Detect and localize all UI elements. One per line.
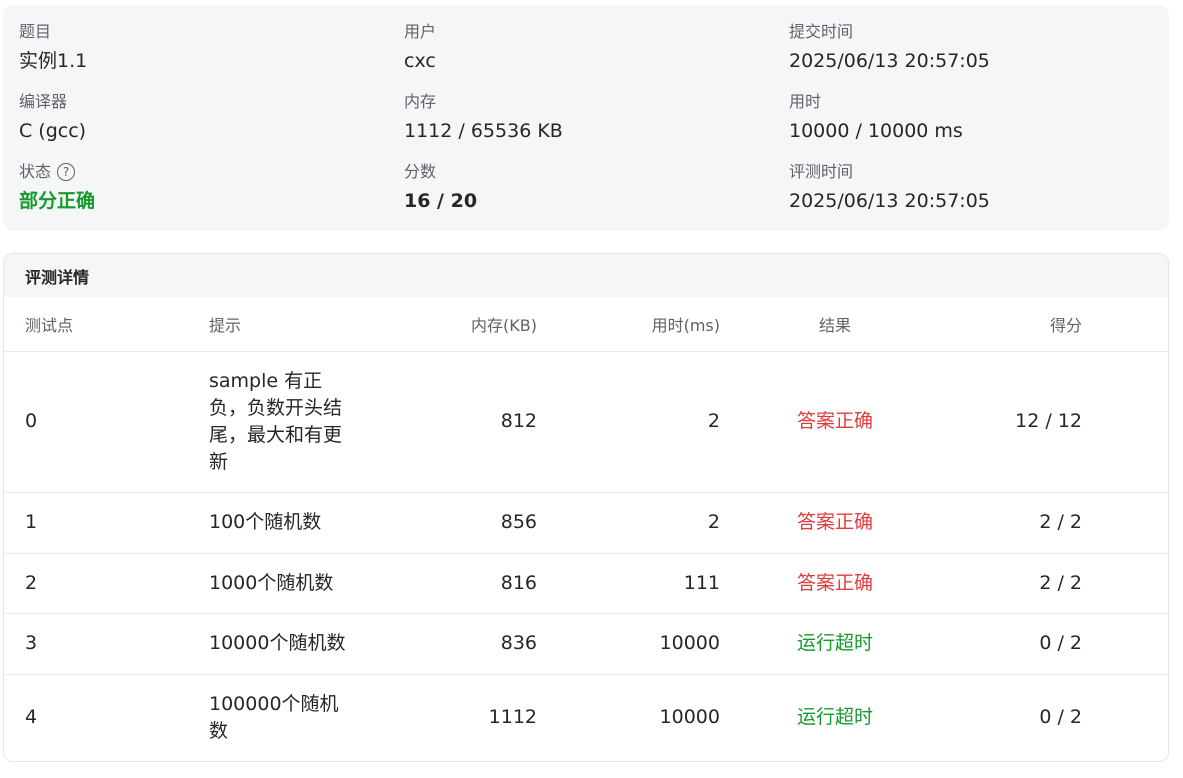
time-label: 用时: [789, 92, 822, 111]
submit-time-field: 提交时间 2025/06/13 20:57:05: [789, 22, 990, 74]
compiler-value: C (gcc): [19, 120, 87, 142]
submit-time-label: 提交时间: [789, 22, 854, 41]
testcase-result: 运行超时: [720, 613, 950, 675]
testcase-time: 10000: [537, 613, 720, 675]
memory-field: 内存 1112 / 65536 KB: [404, 92, 563, 144]
testcase-hint-cell: 100000个随机数: [209, 674, 414, 761]
judge-time-field: 评测时间 2025/06/13 20:57:05: [789, 162, 990, 214]
testcase-hint-cell: 100个随机数: [209, 492, 414, 554]
testcase-hint: 100000个随机数: [209, 692, 339, 742]
column-header-result: 结果: [720, 297, 950, 352]
testcase-score: 2 / 2: [950, 553, 1168, 614]
column-header-time: 用时(ms): [537, 297, 720, 352]
testcase-id: 4: [25, 706, 38, 729]
column-header-hint: 提示: [209, 297, 414, 352]
question-circle-icon[interactable]: ?: [57, 163, 76, 181]
user-field: 用户 cxc: [404, 22, 436, 74]
time-field: 用时 10000 / 10000 ms: [789, 92, 963, 144]
column-header-memory: 内存(KB): [414, 297, 537, 352]
testcase-table: 测试点 提示 内存(KB) 用时(ms) 结果 得分 0 sample 有正负，…: [4, 297, 1168, 761]
testcase-score: 0 / 2: [1039, 706, 1082, 729]
testcase-hint: 100个随机数: [209, 511, 322, 533]
table-row: 1 100个随机数 856 2 答案正确 2 / 2: [4, 492, 1168, 554]
table-header-row: 测试点 提示 内存(KB) 用时(ms) 结果 得分: [4, 297, 1168, 352]
testcase-time: 10000: [659, 706, 720, 729]
testcase-result: 运行超时: [796, 706, 873, 729]
column-header-testcase: 测试点: [4, 297, 209, 352]
testcase-id: 0: [4, 351, 209, 493]
testcase-hint: 1000个随机数: [209, 571, 334, 594]
testcase-time: 2: [537, 351, 720, 493]
submit-time-value: 2025/06/13 20:57:05: [789, 50, 990, 72]
testcase-hint-cell: 1000个随机数: [209, 553, 414, 614]
testcase-memory: 836: [414, 613, 537, 675]
status-label: 状态: [19, 162, 52, 181]
table-row: 0 sample 有正负，负数开头结尾，最大和有更新 812 2 答案正确 12…: [4, 351, 1168, 493]
testcase-hint-cell: sample 有正负，负数开头结尾，最大和有更新: [209, 351, 414, 493]
status-value: 部分正确: [19, 190, 96, 212]
testcase-score: 0 / 2: [950, 613, 1168, 675]
testcase-id: 3: [4, 613, 209, 675]
table-row: 3 10000个随机数 836 10000 运行超时 0 / 2: [4, 613, 1168, 675]
table-row: 4 100000个随机数 1112 10000 运行超时 0 / 2: [4, 674, 1168, 761]
testcase-id: 1: [4, 492, 209, 554]
testcase-memory: 812: [414, 351, 537, 493]
judge-time-value: 2025/06/13 20:57:05: [789, 190, 990, 212]
table-row: 2 1000个随机数 816 111 答案正确 2 / 2: [4, 553, 1168, 614]
testcase-score: 2 / 2: [950, 492, 1168, 554]
testcase-result: 答案正确: [720, 553, 950, 614]
score-label: 分数: [404, 162, 437, 181]
time-value: 10000 / 10000 ms: [789, 120, 963, 142]
testcase-result: 答案正确: [720, 351, 950, 493]
testcase-memory: 856: [414, 492, 537, 554]
details-title: 评测详情: [4, 254, 1168, 297]
testcase-id: 2: [4, 553, 209, 614]
column-header-score: 得分: [950, 297, 1168, 352]
compiler-field: 编译器 C (gcc): [19, 92, 86, 144]
memory-label: 内存: [404, 92, 437, 111]
user-value[interactable]: cxc: [404, 48, 436, 74]
memory-value: 1112 / 65536 KB: [404, 120, 563, 142]
testcase-hint: 10000个随机数: [209, 632, 346, 654]
compiler-label: 编译器: [19, 92, 68, 111]
testcase-time: 2: [537, 492, 720, 554]
testcase-memory: 1112: [488, 706, 537, 729]
testcase-hint-cell: 10000个随机数: [209, 613, 414, 675]
score-value: 16 / 20: [404, 190, 478, 212]
problem-label: 题目: [19, 22, 52, 41]
problem-field: 题目 实例1.1: [19, 22, 87, 74]
submission-summary: 题目 实例1.1 用户 cxc 提交时间 2025/06/13 20:57:05…: [3, 5, 1169, 231]
score-field: 分数 16 / 20: [404, 162, 477, 214]
status-field: 状态 ? 部分正确: [19, 162, 95, 214]
testcase-hint: sample 有正负，负数开头结尾，最大和有更新: [209, 369, 343, 473]
judge-time-label: 评测时间: [789, 162, 854, 181]
user-label: 用户: [404, 22, 437, 41]
testcase-score: 12 / 12: [950, 351, 1168, 493]
testcase-result: 答案正确: [720, 492, 950, 554]
problem-value[interactable]: 实例1.1: [19, 48, 87, 74]
testcase-time: 111: [537, 553, 720, 614]
testcase-memory: 816: [414, 553, 537, 614]
judge-details-panel: 评测详情 测试点 提示 内存(KB) 用时(ms) 结果 得分 0 sample…: [3, 253, 1169, 762]
status-label-row: 状态 ?: [19, 162, 95, 182]
